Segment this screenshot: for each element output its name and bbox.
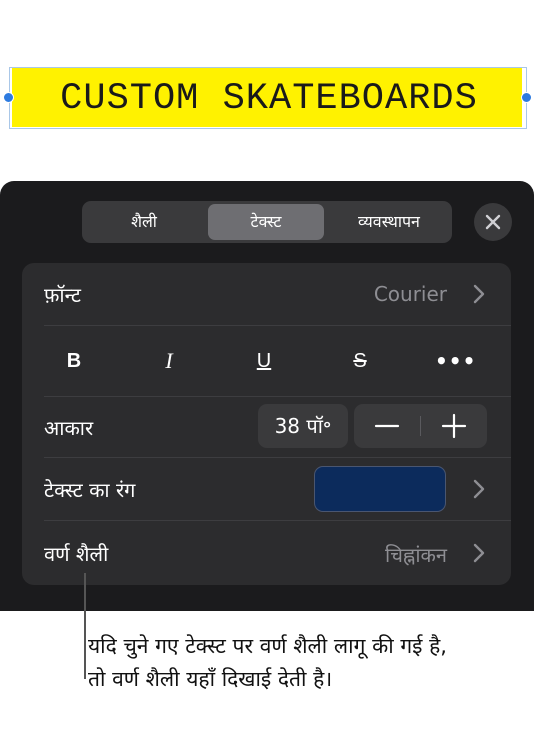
more-options-button[interactable]: •••	[435, 326, 475, 396]
format-buttons-row: B I U S •••	[22, 326, 511, 396]
chevron-right-icon	[473, 543, 485, 563]
character-style-value: चिह्नांकन	[385, 543, 447, 567]
left-selection-handle[interactable]	[3, 92, 14, 103]
text-box-content: CUSTOM SKATEBOARDS	[60, 78, 478, 120]
callout-line	[84, 573, 86, 679]
tab-style[interactable]: शैली	[86, 204, 202, 240]
text-color-label: टेक्स्ट का रंग	[44, 478, 136, 502]
format-panel: शैली टेक्स्ट व्यवस्थापन फ़ॉन्ट Courier B…	[0, 181, 534, 611]
chevron-right-icon	[473, 479, 485, 499]
minus-icon	[374, 424, 400, 428]
font-value: Courier	[373, 282, 447, 306]
tab-arrange[interactable]: व्यवस्थापन	[330, 204, 448, 240]
underline-button[interactable]: U	[244, 326, 284, 396]
text-color-swatch[interactable]	[314, 466, 446, 512]
selected-text-box[interactable]: CUSTOM SKATEBOARDS	[9, 67, 527, 129]
chevron-right-icon	[473, 284, 485, 304]
font-size-stepper	[354, 404, 487, 448]
font-size-field[interactable]: 38 पॉ॰	[258, 404, 348, 448]
tab-text[interactable]: टेक्स्ट	[208, 204, 324, 240]
font-row[interactable]: फ़ॉन्ट Courier	[22, 263, 511, 325]
character-style-row[interactable]: वर्ण शैली चिह्नांकन	[22, 521, 511, 585]
character-style-label: वर्ण शैली	[44, 542, 109, 566]
text-settings-group: फ़ॉन्ट Courier B I U S ••• आकार 38 पॉ॰ ट…	[22, 263, 511, 585]
close-icon	[485, 214, 501, 230]
strikethrough-button[interactable]: S	[340, 326, 380, 396]
size-label: आकार	[44, 416, 94, 440]
decrease-size-button[interactable]	[354, 404, 420, 448]
text-color-row[interactable]: टेक्स्ट का रंग	[22, 458, 511, 520]
increase-size-button[interactable]	[421, 404, 487, 448]
size-row: आकार 38 पॉ॰	[22, 397, 511, 457]
close-button[interactable]	[474, 203, 512, 241]
callout-text: यदि चुने गए टेक्स्ट पर वर्ण शैली लागू की…	[88, 634, 447, 691]
plus-icon	[441, 413, 467, 439]
format-segmented-control: शैली टेक्स्ट व्यवस्थापन	[82, 201, 452, 243]
font-label: फ़ॉन्ट	[44, 283, 81, 307]
italic-button[interactable]: I	[149, 326, 189, 396]
bold-button[interactable]: B	[54, 326, 94, 396]
right-selection-handle[interactable]	[521, 92, 532, 103]
